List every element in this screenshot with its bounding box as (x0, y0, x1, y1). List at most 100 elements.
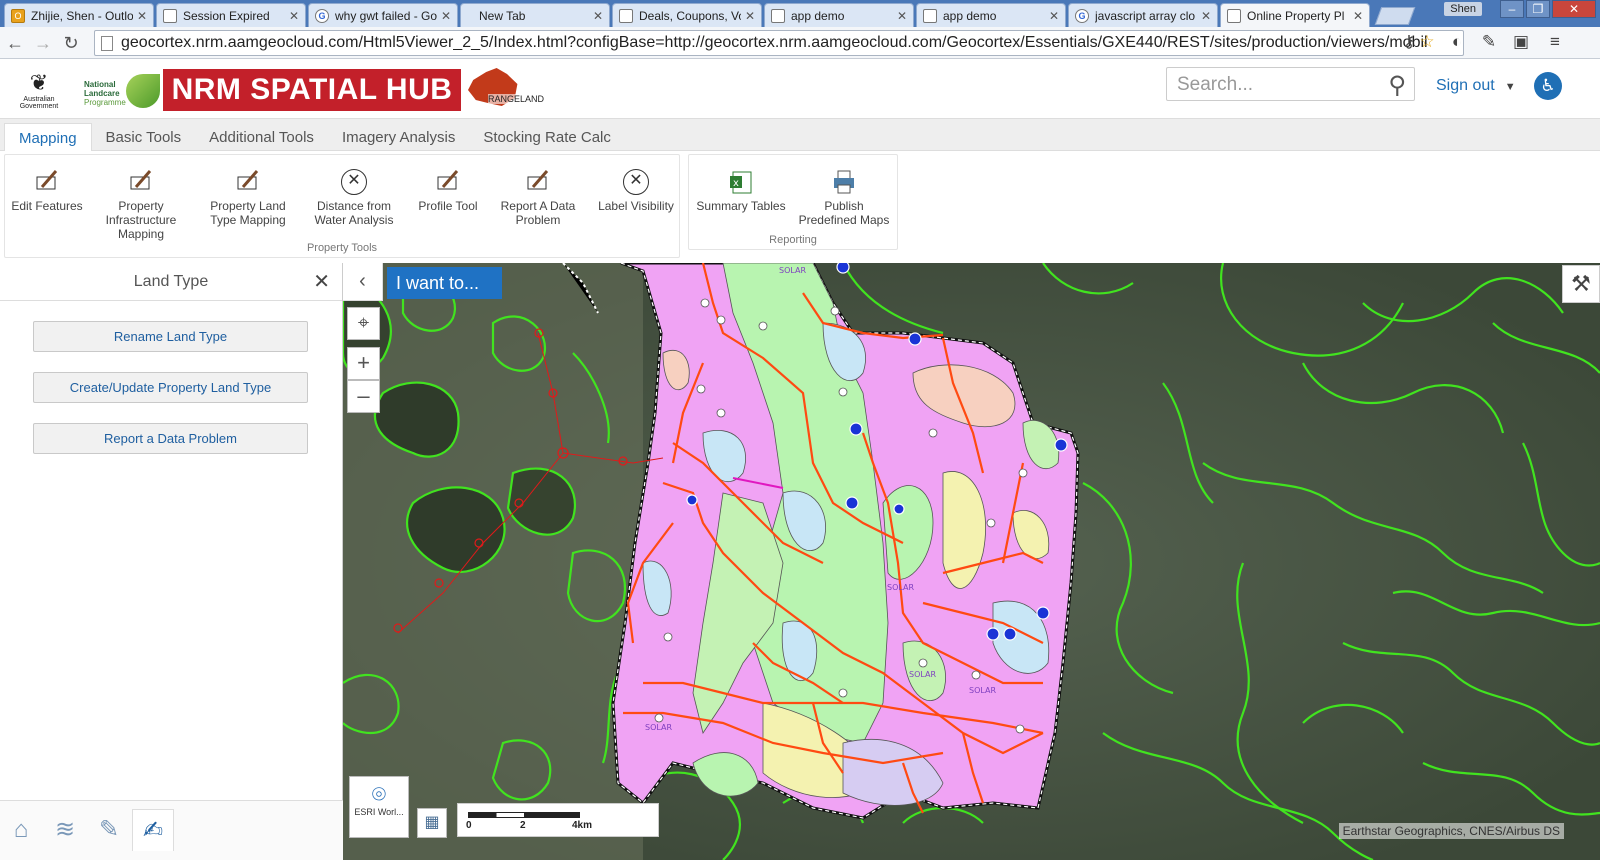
crest-icon: ❦ (29, 70, 49, 95)
close-tab-icon[interactable]: ✕ (1353, 9, 1363, 23)
close-window-icon[interactable]: ✕ (1552, 0, 1596, 18)
close-tab-icon[interactable]: ✕ (1049, 9, 1059, 23)
edit-features-button[interactable]: Edit Features (9, 169, 85, 213)
ribbon: Edit Features Property Infrastructure Ma… (0, 151, 1600, 261)
map-view[interactable]: SOLAR SOLAR SOLAR SOLAR SOLAR ‹ I want t… (343, 263, 1600, 860)
printer-icon (831, 169, 857, 195)
tab-basic-tools[interactable]: Basic Tools (92, 123, 196, 152)
browser-tab-bar: O Zhijie, Shen - Outlo ✕ Session Expired ✕ … (0, 0, 1600, 27)
publish-predefined-maps-button[interactable]: Publish Predefined Maps (797, 169, 891, 227)
page-icon (923, 8, 937, 23)
collapse-panel-button[interactable]: ‹ (343, 263, 383, 301)
svg-text:SOLAR: SOLAR (645, 723, 672, 732)
map-canvas[interactable]: SOLAR SOLAR SOLAR SOLAR SOLAR (343, 263, 1600, 860)
leaf-icon (126, 74, 160, 108)
browser-tab[interactable]: app demo ✕ (764, 3, 914, 27)
menu-icon[interactable]: ≡ (1544, 32, 1566, 52)
pencil-map-icon (128, 169, 154, 195)
edit-document-icon[interactable]: ✍ (132, 809, 174, 851)
report-data-problem-button[interactable]: Report A Data Problem (497, 169, 579, 227)
page-icon (619, 8, 633, 23)
basemap-switcher[interactable]: ⌾ ESRI Worl... (349, 776, 409, 838)
property-tools-group: Edit Features Property Infrastructure Ma… (4, 154, 680, 258)
browser-tab[interactable]: app demo ✕ (916, 3, 1066, 27)
close-tab-icon[interactable]: ✕ (593, 9, 603, 23)
search-icon[interactable]: ⚲ (1388, 71, 1406, 100)
restore-icon[interactable]: ❐ (1526, 0, 1550, 18)
map-pin-icon: ⌾ (371, 781, 387, 808)
google-icon: G (1075, 8, 1089, 23)
svg-text:SOLAR: SOLAR (887, 583, 914, 592)
summary-tables-button[interactable]: x Summary Tables (695, 169, 787, 213)
svg-text:SOLAR: SOLAR (909, 670, 936, 679)
tools-icon[interactable]: ⚒ (1562, 265, 1600, 303)
bookmark-star-icon[interactable]: ☆ (1416, 32, 1438, 52)
browser-tab[interactable]: Gwhy gwt failed - Go ✕ (308, 3, 458, 27)
locate-icon[interactable]: ⌖ (347, 307, 380, 340)
extension-icon[interactable]: ▣ (1510, 32, 1532, 52)
forward-icon[interactable]: → (30, 30, 56, 56)
close-tab-icon[interactable]: ✕ (137, 9, 147, 23)
home-icon[interactable]: ⌂ (0, 809, 42, 851)
distance-from-water-analysis-button[interactable]: ✕ Distance from Water Analysis (311, 169, 397, 227)
edit-document-icon[interactable]: ✎ (88, 809, 130, 851)
browser-tab[interactable]: Session Expired ✕ (156, 3, 306, 27)
close-tab-icon[interactable]: ✕ (1201, 9, 1211, 23)
zoom-out-button[interactable]: – (347, 380, 380, 413)
browser-tab-active[interactable]: Online Property Pl ✕ (1220, 3, 1370, 27)
close-icon[interactable]: ✕ (313, 263, 330, 301)
panel-title: Land Type (133, 273, 209, 290)
group-title: Reporting (769, 234, 817, 246)
window-controls: – ❐ ✕ (1500, 0, 1596, 18)
address-toolbar: ← → ↻ geocortex.nrm.aamgeocloud.com/Html… (0, 27, 1600, 59)
scale-bar-graphic (468, 812, 580, 818)
tab-mapping[interactable]: Mapping (4, 123, 92, 152)
back-icon[interactable]: ← (2, 30, 28, 56)
panel-header: Land Type ✕ (0, 263, 342, 301)
australian-government-logo: ❦ Australian Government (19, 70, 59, 110)
scale-bar: 0 2 4km (457, 803, 659, 837)
svg-text:SOLAR: SOLAR (779, 266, 806, 275)
report-data-problem-panel-button[interactable]: Report a Data Problem (33, 423, 308, 454)
svg-text:x: x (733, 178, 739, 189)
tab-additional-tools[interactable]: Additional Tools (195, 123, 328, 152)
url-bar[interactable]: geocortex.nrm.aamgeocloud.com/Html5Viewe… (94, 30, 1464, 56)
pencil-map-icon (34, 169, 60, 195)
extension-icon[interactable]: ✎ (1478, 32, 1500, 52)
close-tab-icon[interactable]: ✕ (745, 9, 755, 23)
browser-user-badge[interactable]: Shen (1444, 2, 1482, 16)
close-circle-icon: ✕ (341, 169, 367, 195)
browser-tab[interactable]: New Tab ✕ (460, 3, 610, 27)
page-icon (101, 35, 113, 51)
reload-icon[interactable]: ↻ (58, 30, 84, 56)
rename-land-type-button[interactable]: Rename Land Type (33, 321, 308, 352)
overview-map-icon[interactable]: ▦ (417, 808, 447, 838)
new-tab-button[interactable] (1374, 7, 1416, 25)
property-infrastructure-mapping-button[interactable]: Property Infrastructure Mapping (101, 169, 181, 241)
zoom-in-button[interactable]: + (347, 347, 380, 380)
browser-tab[interactable]: O Zhijie, Shen - Outlo ✕ (4, 3, 154, 27)
label-visibility-button[interactable]: ✕ Label Visibility (595, 169, 677, 213)
profile-tool-button[interactable]: Profile Tool (413, 169, 483, 213)
browser-tab[interactable]: Deals, Coupons, Vo ✕ (612, 3, 762, 27)
create-update-land-type-button[interactable]: Create/Update Property Land Type (33, 372, 308, 403)
minimize-icon[interactable]: – (1500, 0, 1524, 18)
close-tab-icon[interactable]: ✕ (897, 9, 907, 23)
i-want-to-menu[interactable]: I want to... (387, 267, 502, 299)
tab-stocking-rate-calc[interactable]: Stocking Rate Calc (469, 123, 625, 152)
layers-icon[interactable]: ≋ (44, 809, 86, 851)
search-input[interactable]: Search... ⚲ (1166, 67, 1415, 101)
tab-imagery-analysis[interactable]: Imagery Analysis (328, 123, 469, 152)
page-icon (1227, 8, 1241, 23)
accessibility-icon[interactable]: ♿ (1534, 72, 1562, 100)
browser-tab[interactable]: Gjavascript array clo ✕ (1068, 3, 1218, 27)
chevron-down-icon: ▼ (1504, 81, 1516, 93)
property-land-type-mapping-button[interactable]: Property Land Type Mapping (205, 169, 291, 227)
close-tab-icon[interactable]: ✕ (441, 9, 451, 23)
panel-footer: ⌂ ≋ ✎ ✍ (0, 800, 343, 860)
sign-out-menu[interactable]: Sign out ▼ (1436, 77, 1516, 95)
extension-icon[interactable]: ◐ (1446, 32, 1468, 52)
map-attribution: Earthstar Geographics, CNES/Airbus DS (1338, 823, 1564, 839)
close-tab-icon[interactable]: ✕ (289, 9, 299, 23)
pencil-map-icon (235, 169, 261, 195)
